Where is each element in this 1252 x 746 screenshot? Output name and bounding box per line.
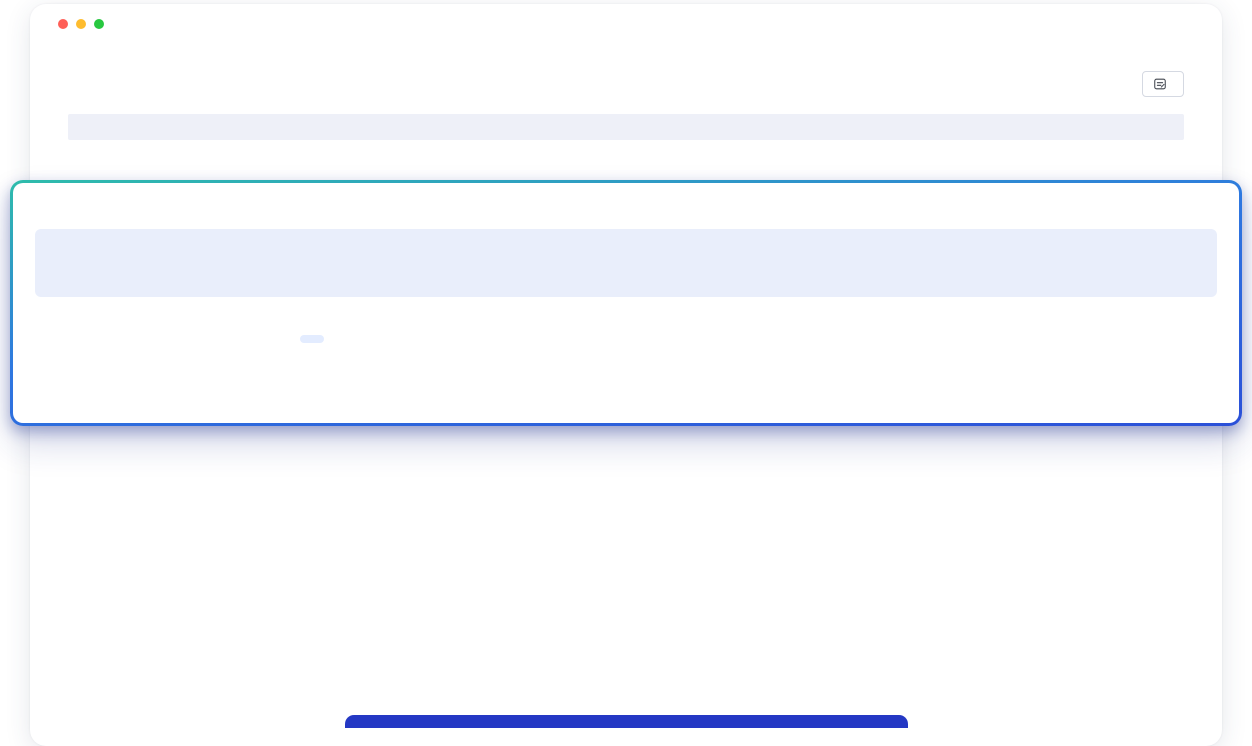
next-panel-edge [345,715,908,728]
toolbar [68,70,1184,98]
customize-type-button[interactable] [1142,71,1184,97]
highlight-panel-inner [13,183,1239,423]
highlight-row-content [540,326,1063,352]
highlight-panel [10,180,1242,426]
dynamic-count [68,75,74,93]
highlight-row[interactable] [35,297,1217,381]
highlight-row-type [210,335,540,343]
table-header [68,114,1184,140]
suggestion-badge [300,335,324,343]
highlight-table-header [35,229,1217,297]
customize-icon [1153,77,1167,91]
